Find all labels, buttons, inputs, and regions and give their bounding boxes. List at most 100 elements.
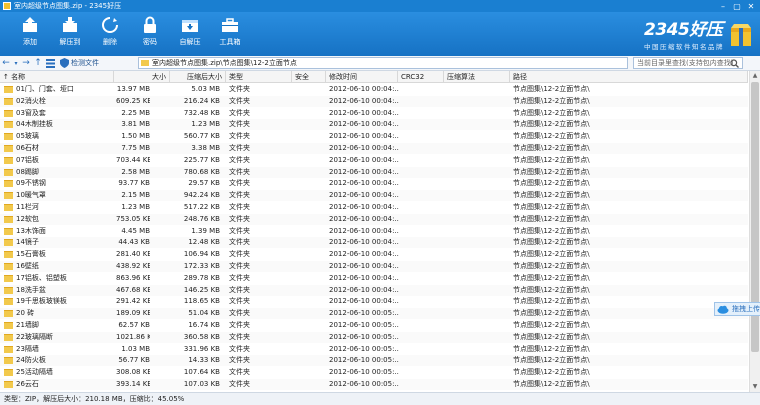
row-compressed-size: 225.77 KB [183, 155, 220, 164]
view-button[interactable] [44, 57, 56, 69]
row-type: 文件夹 [229, 203, 250, 211]
row-size: 2.15 MB [121, 191, 150, 200]
table-row[interactable]: 06石材 7.75 MB 3.38 MB 文件夹 2012-06-10 00:04:..… [0, 143, 748, 154]
column-label: 名称 [11, 73, 26, 81]
close-button[interactable]: ✕ [744, 0, 758, 12]
table-row[interactable]: 26云石 393.14 KB 107.03 KB 文件夹 2012-06-10 00:0… [0, 379, 748, 390]
scroll-down-icon[interactable]: ▼ [750, 382, 760, 392]
table-row[interactable]: 18洗手盆 467.68 KB 146.25 KB 文件夹 2012-06-10 00:… [0, 284, 748, 296]
row-name: 22玻璃隔断 [4, 332, 114, 343]
column-header-security[interactable]: 安全 [292, 71, 326, 83]
table-row[interactable]: 04木制挂板 3.81 MB 1.23 MB 文件夹 2012-06-10 00:04:… [0, 119, 748, 131]
table-row[interactable]: 11栏河 1.23 MB 517.22 KB 文件夹 2012-06-10 00:04:… [0, 202, 748, 213]
extract-button[interactable]: 解压到 [52, 16, 88, 47]
column-header-compressed-size[interactable]: 压缩后大小 [170, 71, 226, 83]
row-type: 文件夹 [229, 144, 250, 152]
row-compressed-size: 942.24 KB [183, 191, 220, 200]
row-name: 03窗及套 [4, 108, 114, 119]
column-header-crc32[interactable]: CRC32 [398, 71, 444, 83]
folder-icon [4, 86, 13, 93]
folder-icon [4, 263, 13, 270]
column-header-method[interactable]: 压缩算法 [444, 71, 510, 83]
row-name-text: 18洗手盆 [16, 285, 46, 294]
maximize-button[interactable]: ▢ [730, 0, 744, 12]
row-name-text: 12软包 [16, 214, 39, 223]
folder-icon [4, 239, 13, 247]
toolbox-button[interactable]: 工具箱 [212, 16, 248, 47]
file-list: 01门、门套、垭口 13.97 MB 5.03 MB 文件夹 2012-06-10 00… [0, 84, 748, 392]
row-modified: 2012-06-10 00:05:... [329, 309, 399, 318]
row-modified: 2012-06-10 00:04:... [329, 144, 399, 152]
row-name: 25活动隔墙 [4, 367, 114, 378]
search-input[interactable]: 当前目录里查找(支持包内查找) [633, 57, 743, 69]
self-extract-button[interactable]: 自解压 [172, 16, 208, 47]
minimize-button[interactable]: – [716, 0, 730, 12]
list-header: ↑ 名称 大小 压缩后大小 类型 安全 修改时间 CRC32 压缩算法 路径 [0, 71, 748, 83]
back-dropdown-button[interactable]: ▾ [12, 57, 20, 69]
app-icon [3, 2, 11, 10]
row-name-text: 17铝板、铝塑板 [16, 273, 67, 282]
table-row[interactable]: 09不锈钢 93.77 KB 29.57 KB 文件夹 2012-06-10 00:04… [0, 178, 748, 189]
table-row[interactable]: 23隔墙 1.03 MB 331.96 KB 文件夹 2012-06-10 00:05:… [0, 344, 748, 355]
table-row[interactable]: 25活动隔墙 308.08 KB 107.64 KB 文件夹 2012-06-10 00… [0, 367, 748, 378]
table-row[interactable]: 19千思板玻镁板 291.42 KB 118.65 KB 文件夹 2012-06-10 … [0, 296, 748, 307]
row-path: 节点图集\12-2立面节点\ [513, 380, 590, 388]
row-name-text: 20 砖 [16, 309, 35, 318]
row-path: 节点图集\12-2立面节点\ [513, 250, 590, 259]
column-header-name[interactable]: ↑ 名称 [0, 71, 114, 83]
row-size: 62.57 KB [118, 321, 150, 329]
password-button[interactable]: 密码 [132, 16, 168, 47]
search-icon[interactable] [730, 59, 739, 68]
table-row[interactable]: 13木饰面 4.45 MB 1.39 MB 文件夹 2012-06-10 00:04:.… [0, 226, 748, 237]
row-path: 节点图集\12-2立面节点\ [513, 309, 590, 318]
row-path: 节点图集\12-2立面节点\ [513, 368, 590, 377]
table-row[interactable]: 14镜子 44.43 KB 12.48 KB 文件夹 2012-06-10 00:04:… [0, 237, 748, 249]
navigation-bar: ← ▾ → ↑ 检测文件 室内超级节点图集.zip\节点图集\12-2立面节点 … [0, 56, 760, 71]
row-modified: 2012-06-10 00:04:... [329, 120, 399, 129]
detect-file-button[interactable]: 检测文件 [60, 58, 99, 68]
table-row[interactable]: 12软包 753.05 KB 248.76 KB 文件夹 2012-06-10 00:0… [0, 213, 748, 225]
folder-icon [4, 97, 13, 105]
table-row[interactable]: 01门、门套、垭口 13.97 MB 5.03 MB 文件夹 2012-06-10 00… [0, 84, 748, 95]
delete-button[interactable]: 删除 [92, 16, 128, 47]
window-controls: – ▢ ✕ [716, 0, 758, 12]
row-modified: 2012-06-10 00:04:... [329, 250, 399, 259]
table-row[interactable]: 20 砖 189.09 KB 51.04 KB 文件夹 2012-06-10 00:05… [0, 308, 748, 320]
scroll-up-icon[interactable]: ▲ [750, 71, 760, 81]
add-button[interactable]: 添加 [12, 16, 48, 47]
table-row[interactable]: 17铝板、铝塑板 863.96 KB 289.78 KB 文件夹 2012-06-10 … [0, 273, 748, 284]
table-row[interactable]: 24防火板 56.77 KB 14.33 KB 文件夹 2012-06-10 00:05… [0, 355, 748, 367]
row-type: 文件夹 [229, 191, 250, 200]
folder-icon [4, 274, 13, 282]
table-row[interactable]: 02消火栓 609.25 KB 216.24 KB 文件夹 2012-06-10 00:… [0, 95, 748, 107]
row-size: 308.08 KB [116, 368, 150, 377]
row-compressed-size: 1.39 MB [191, 226, 220, 235]
table-row[interactable]: 15石膏板 281.40 KB 106.94 KB 文件夹 2012-06-10 00:… [0, 249, 748, 260]
row-compressed-size: 1.23 MB [191, 120, 220, 129]
table-row[interactable]: 10暖气罩 2.15 MB 942.24 KB 文件夹 2012-06-10 00:04… [0, 190, 748, 202]
up-button[interactable]: ↑ [32, 57, 44, 69]
back-button[interactable]: ← [0, 57, 12, 69]
table-row[interactable]: 07铝板 703.44 KB 225.77 KB 文件夹 2012-06-10 00:0… [0, 155, 748, 166]
path-bar[interactable]: 室内超级节点图集.zip\节点图集\12-2立面节点 ▾ [138, 57, 628, 69]
column-header-modified[interactable]: 修改时间 [326, 71, 398, 83]
row-type: 文件夹 [229, 155, 250, 164]
forward-button[interactable]: → [20, 57, 32, 69]
table-row[interactable]: 03窗及套 2.25 MB 732.48 KB 文件夹 2012-06-10 00:04… [0, 108, 748, 119]
drag-upload-button[interactable]: 拖拽上传 [714, 302, 760, 316]
folder-icon [4, 133, 13, 141]
column-header-path[interactable]: 路径 [510, 71, 748, 83]
row-name: 20 砖 [4, 308, 114, 319]
table-row[interactable]: 21墙脚 62.57 KB 16.74 KB 文件夹 2012-06-10 00:05:… [0, 320, 748, 331]
table-row[interactable]: 05玻璃 1.50 MB 560.77 KB 文件夹 2012-06-10 00:04:… [0, 131, 748, 142]
row-compressed-size: 107.03 KB [183, 380, 220, 388]
column-header-size[interactable]: 大小 [114, 71, 170, 83]
table-row[interactable]: 22玻璃隔断 1021.86 KB 360.58 KB 文件夹 2012-06-10 0… [0, 331, 748, 343]
table-row[interactable]: 08踢脚 2.58 MB 780.68 KB 文件夹 2012-06-10 00:04:… [0, 166, 748, 178]
vertical-scrollbar[interactable]: ▲ ▼ [749, 71, 760, 392]
column-header-type[interactable]: 类型 [226, 71, 292, 83]
row-path: 节点图集\12-2立面节点\ [513, 214, 590, 223]
table-row[interactable]: 16壁纸 438.92 KB 172.33 KB 文件夹 2012-06-10 00:0… [0, 261, 748, 272]
row-compressed-size: 118.65 KB [183, 297, 220, 306]
row-compressed-size: 331.96 KB [183, 344, 220, 353]
